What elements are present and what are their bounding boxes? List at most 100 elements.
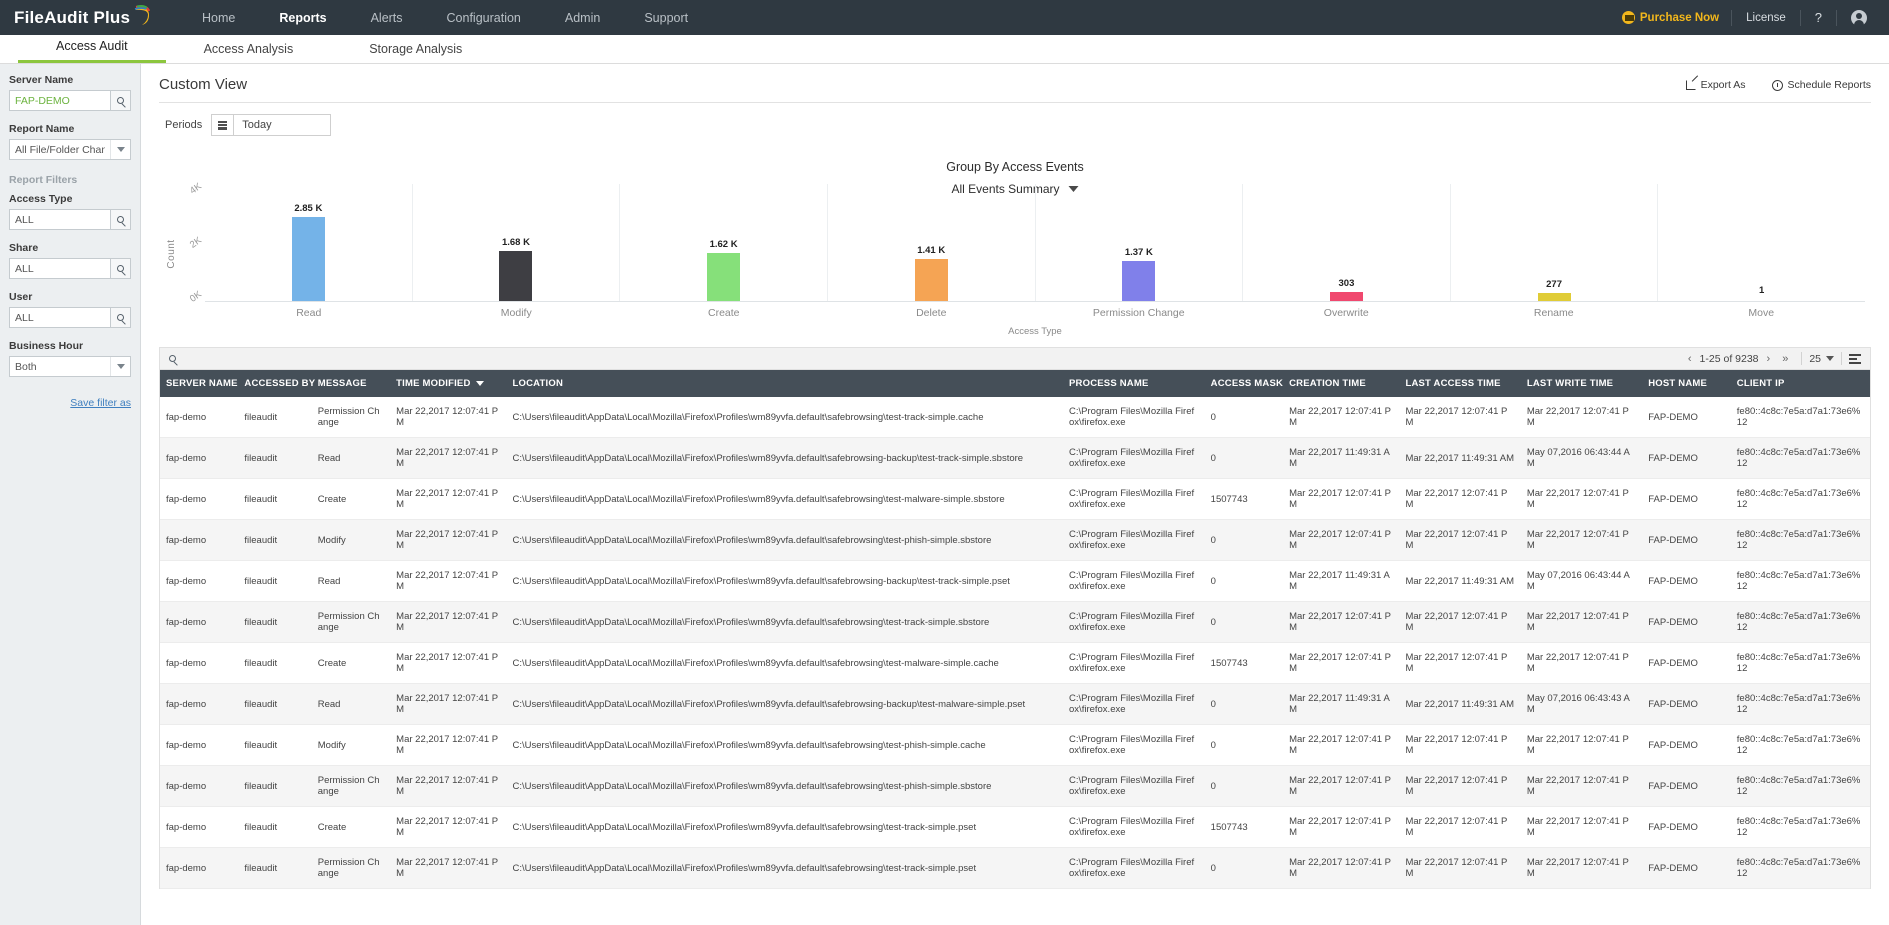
table-row[interactable]: fap-demo fileaudit Create Mar 22,2017 12:07… [160, 806, 1870, 848]
column-header-accessed-by[interactable]: ACCESSED BY [238, 370, 315, 397]
y-tick-label: 2K [188, 234, 205, 251]
business-hour-filter: Business Hour [9, 340, 131, 377]
nav-item-alerts[interactable]: Alerts [349, 0, 425, 35]
business-hour-dropdown-button[interactable] [110, 357, 130, 376]
nav-item-reports[interactable]: Reports [257, 0, 348, 35]
periods-input[interactable] [234, 115, 331, 135]
cell-location: C:\Users\fileaudit\AppData\Local\Mozilla… [506, 397, 1064, 438]
nav-item-home[interactable]: Home [180, 0, 257, 35]
nav-item-support[interactable]: Support [622, 0, 710, 35]
divider [1841, 352, 1842, 365]
access-type-input[interactable] [10, 210, 110, 229]
table-row[interactable]: fap-demo fileaudit Read Mar 22,2017 12:07:4… [160, 683, 1870, 725]
column-header-process-name[interactable]: PROCESS NAME [1063, 370, 1205, 397]
report-name-input[interactable] [10, 140, 110, 159]
cell-time-modified: Mar 22,2017 12:07:41 PM [390, 478, 507, 520]
tab-access-audit[interactable]: Access Audit [18, 39, 166, 63]
cell-message: Permission Change [311, 765, 391, 807]
table-row[interactable]: fap-demo fileaudit Permission Change Mar 22… [160, 847, 1870, 889]
share-input[interactable] [10, 259, 110, 278]
chart-bar-read[interactable]: 2.85 K [205, 184, 413, 301]
table-row[interactable]: fap-demo fileaudit Permission Change Mar 22… [160, 397, 1870, 438]
server-name-search-button[interactable] [110, 91, 130, 110]
table-header-row: SERVER NAME ACCESSED BY MESSAGE TIME MODIFI… [160, 370, 1870, 397]
x-axis-tick-label: Create [707, 307, 740, 319]
chart-bar-overwrite[interactable]: 303 [1243, 184, 1451, 301]
schedule-reports-button[interactable]: Schedule Reports [1771, 79, 1871, 91]
prev-page-button[interactable]: ‹ [1682, 353, 1698, 365]
report-name-filter: Report Name [9, 123, 131, 160]
main-content: Custom View Export As Schedule Reports P… [141, 64, 1889, 925]
cell-server: fap-demo [160, 847, 239, 889]
cell-host: FAP-DEMO [1642, 478, 1731, 520]
chart-bar-modify[interactable]: 1.68 K [413, 184, 621, 301]
table-toolbar: ‹ 1-25 of 9238 › » 25 [160, 348, 1870, 370]
column-header-host-name[interactable]: HOST NAME [1642, 370, 1731, 397]
cell-server: fap-demo [160, 642, 239, 684]
tab-storage-analysis[interactable]: Storage Analysis [331, 42, 500, 63]
tab-access-analysis[interactable]: Access Analysis [166, 42, 332, 63]
access-type-search-button[interactable] [110, 210, 130, 229]
chart-bar-rename[interactable]: 277 [1451, 184, 1659, 301]
column-header-message[interactable]: MESSAGE [311, 370, 391, 397]
export-as-button[interactable]: Export As [1685, 79, 1746, 91]
next-page-button[interactable]: › [1761, 353, 1777, 365]
cell-last-access: Mar 22,2017 12:07:41 PM [1399, 642, 1521, 684]
user-input[interactable] [10, 308, 110, 327]
column-header-last-write-time[interactable]: LAST WRITE TIME [1520, 370, 1643, 397]
report-filters-heading: Report Filters [9, 174, 78, 186]
table-row[interactable]: fap-demo fileaudit Read Mar 22,2017 12:07:4… [160, 437, 1870, 479]
cell-creation: Mar 22,2017 12:07:41 PM [1283, 601, 1400, 643]
table-row[interactable]: fap-demo fileaudit Modify Mar 22,2017 12:07… [160, 724, 1870, 766]
column-header-location[interactable]: LOCATION [506, 370, 1064, 397]
table-row[interactable]: fap-demo fileaudit Create Mar 22,2017 12:07… [160, 478, 1870, 520]
cell-last-access: Mar 22,2017 12:07:41 PM [1399, 765, 1521, 807]
cell-server: fap-demo [160, 397, 239, 438]
cell-client-ip: fe80::4c8c:7e5a:d7a1:73e6%12 [1730, 765, 1870, 807]
page-title: Custom View [159, 76, 248, 93]
user-search-button[interactable] [110, 308, 130, 327]
business-hour-input[interactable] [10, 357, 110, 376]
nav-item-admin[interactable]: Admin [543, 0, 622, 35]
column-header-time-modified[interactable]: TIME MODIFIED [390, 370, 507, 397]
purchase-now-button[interactable]: Purchase Now [1610, 11, 1731, 24]
cell-creation: Mar 22,2017 11:49:31 AM [1283, 437, 1400, 479]
table-row[interactable]: fap-demo fileaudit Permission Change Mar 22… [160, 601, 1870, 643]
calendar-button[interactable] [212, 115, 235, 135]
column-header-server-name[interactable]: SERVER NAME [160, 370, 239, 397]
column-header-last-access-time[interactable]: LAST ACCESS TIME [1399, 370, 1521, 397]
app-logo[interactable]: FileAudit Plus [0, 4, 170, 31]
license-link[interactable]: License [1732, 12, 1800, 24]
cell-time-modified: Mar 22,2017 12:07:41 PM [390, 847, 507, 889]
filters-sidebar: Server Name Report Name Report Filters A… [0, 64, 141, 925]
table-row[interactable]: fap-demo fileaudit Read Mar 22,2017 12:07:4… [160, 560, 1870, 602]
cell-last-write: Mar 22,2017 12:07:41 PM [1520, 806, 1643, 848]
schedule-reports-label: Schedule Reports [1787, 79, 1871, 91]
nav-item-configuration[interactable]: Configuration [425, 0, 543, 35]
chevron-down-icon [116, 364, 125, 369]
table-row[interactable]: fap-demo fileaudit Create Mar 22,2017 12:07… [160, 642, 1870, 684]
table-row[interactable]: fap-demo fileaudit Modify Mar 22,2017 12:07… [160, 519, 1870, 561]
cell-server: fap-demo [160, 765, 239, 807]
share-search-button[interactable] [110, 259, 130, 278]
chart-bar-delete[interactable]: 1.41 K [828, 184, 1036, 301]
help-icon[interactable]: ? [1801, 10, 1836, 25]
x-axis-tick-label: Rename [1533, 307, 1574, 319]
column-header-access-mask[interactable]: ACCESS MASK [1204, 370, 1284, 397]
save-filter-as-link[interactable]: Save filter as [70, 397, 131, 409]
table-row[interactable]: fap-demo fileaudit Permission Change Mar 22… [160, 765, 1870, 807]
page-size-selector[interactable]: 25 [1809, 353, 1834, 365]
column-header-creation-time[interactable]: CREATION TIME [1283, 370, 1400, 397]
last-page-button[interactable]: » [1776, 353, 1794, 365]
logo-swoosh-icon [133, 4, 153, 31]
column-header-client-ip[interactable]: CLIENT IP [1730, 370, 1870, 397]
table-search-button[interactable] [169, 355, 176, 362]
chart-bar-move[interactable]: 1 [1658, 184, 1865, 301]
chart-bar-create[interactable]: 1.62 K [620, 184, 828, 301]
report-name-dropdown-button[interactable] [110, 140, 130, 159]
chart-bar-permission-change[interactable]: 1.37 K [1036, 184, 1244, 301]
cell-server: fap-demo [160, 724, 239, 766]
column-settings-icon[interactable] [1849, 353, 1861, 364]
server-name-input[interactable] [10, 91, 110, 110]
user-account-icon[interactable] [1851, 9, 1867, 26]
